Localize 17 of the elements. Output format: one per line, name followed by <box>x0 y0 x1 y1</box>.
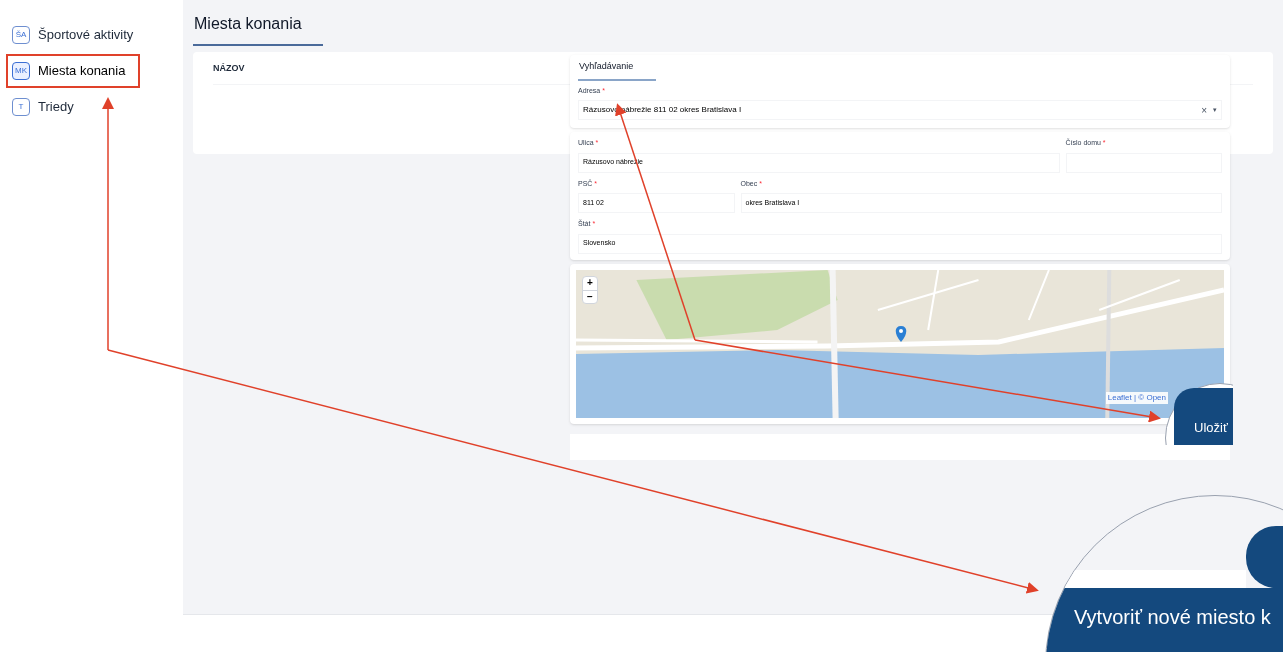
zoom-out-button[interactable]: − <box>583 289 597 303</box>
sidebar-item[interactable]: ŠA Športové aktivity <box>8 20 138 50</box>
zoom-in-button[interactable]: + <box>583 276 597 290</box>
map-pin-icon <box>895 325 907 342</box>
page-title: Miesta konania <box>193 12 323 46</box>
item-abbreviation: MK <box>12 62 30 80</box>
form-tab[interactable]: Vyhľadávanie <box>578 60 656 81</box>
column-header: NÁZOV <box>213 62 245 75</box>
item-abbreviation: ŠA <box>12 26 30 44</box>
clear-icon[interactable]: × <box>1201 102 1207 118</box>
create-button[interactable]: Vytvoriť nové miesto k <box>1046 588 1283 652</box>
item-label: Triedy <box>38 98 74 117</box>
sidebar-item[interactable]: MK Miesta konania <box>8 56 138 86</box>
item-abbreviation: T <box>12 98 30 116</box>
item-label: Miesta konania <box>38 62 126 81</box>
item-label: Športové aktivity <box>38 26 134 45</box>
sidebar-item[interactable]: T Triedy <box>8 92 138 122</box>
